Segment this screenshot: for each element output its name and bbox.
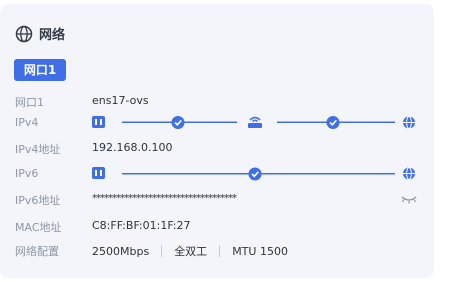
network-card-icon [92,167,105,179]
port-value: ens17-ovs [92,94,149,107]
ipv6-address-row: IPv6地址 *********************************… [15,189,425,209]
mtu-value: MTU 1500 [232,244,288,258]
ipv4-address-value: 192.168.0.100 [92,141,173,154]
duplex-mode: 全双工 [174,245,208,258]
check-circle-icon [248,167,262,181]
network-card: 网络 网口1 网口1 ens17-ovs IPv4 IPv4地址 192.168… [0,4,434,278]
network-config-row: 网络配置 2500Mbps 全双工 MTU 1500 [15,240,425,260]
check-circle-icon [171,116,185,129]
ipv6-label: IPv6 [15,167,39,180]
ipv6-address-label: IPv6地址 [15,194,61,207]
ipv4-topology [92,116,415,129]
port-label: 网口1 [15,96,44,109]
network-card-icon [92,116,105,128]
tab-port-1[interactable]: 网口1 [14,59,66,81]
section-title: 网络 [39,28,66,43]
ipv6-topology [92,167,415,181]
globe-icon [403,116,415,129]
ipv4-address-row: IPv4地址 192.168.0.100 [15,138,425,158]
ipv4-address-label: IPv4地址 [15,143,61,156]
link-speed: 2500Mbps [92,244,150,258]
check-circle-icon [326,116,340,129]
globe-icon [15,25,33,42]
globe-icon [403,167,415,180]
ipv4-label: IPv4 [15,116,39,129]
divider [219,245,221,257]
mac-row: MAC地址 C8:FF:BF:01:1F:27 [15,216,425,236]
mac-value: C8:FF:BF:01:1F:27 [92,219,191,232]
divider [161,245,163,257]
ipv4-row: IPv4 [15,113,425,133]
router-icon [248,116,262,128]
network-config-values: 2500Mbps 全双工 MTU 1500 [92,243,288,259]
ipv6-address-value: ************************************ [92,193,237,204]
mac-label: MAC地址 [15,221,62,234]
port-row: 网口1 ens17-ovs [15,91,425,111]
eye-closed-icon[interactable] [401,193,417,205]
network-config-label: 网络配置 [15,245,59,258]
section-header: 网络 [15,24,65,43]
ipv6-row: IPv6 [15,164,425,184]
